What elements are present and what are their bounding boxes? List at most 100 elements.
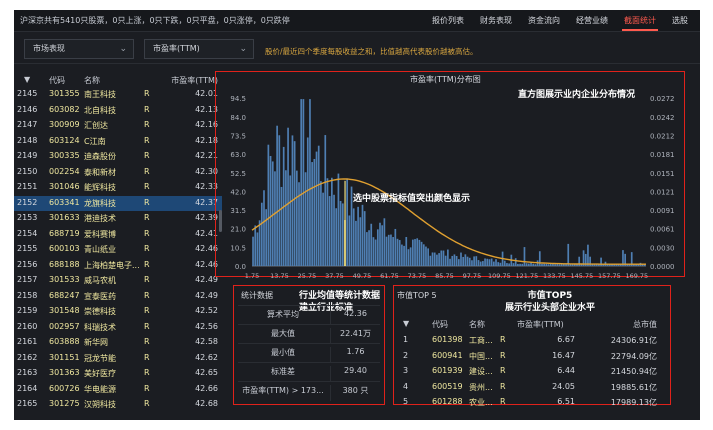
histogram-bar [499, 262, 502, 266]
x-tick-label: 145.75 [570, 272, 593, 280]
header-name[interactable]: 名称 [84, 75, 100, 86]
top5-pe: 6.51 [557, 397, 575, 406]
y-tick-label: 94.5 [230, 95, 246, 103]
row-pe: 42.62 [195, 352, 218, 362]
top5-cap: 24306.91亿 [610, 336, 657, 345]
tab-stock-picker[interactable]: 选股 [664, 10, 696, 32]
table-row[interactable]: 2146 603082 北自科技 R 42.13 [14, 103, 222, 119]
row-code: 300335 [49, 151, 80, 160]
row-code: 002254 [49, 166, 80, 176]
table-row[interactable]: 2153 301633 港迪技术 R 42.39 [14, 211, 222, 227]
stats-row: 最大值 22.41万 [238, 324, 380, 344]
histogram-bar [289, 175, 292, 266]
table-row[interactable]: 2155 600103 青山纸业 R 42.46 [14, 242, 222, 258]
histogram-bar [490, 258, 493, 266]
stats-row: 最小值 1.76 [238, 343, 380, 363]
tab-cross-section[interactable]: 截面统计 [616, 10, 664, 32]
histogram-bar [471, 260, 473, 266]
row-index: 2156 [17, 259, 38, 269]
table-row[interactable]: 2150 002254 泰和新材 R 42.30 [14, 165, 222, 181]
histogram-bar [405, 236, 408, 266]
tab-financials[interactable]: 财务表现 [472, 10, 520, 32]
top5-header-cap: 总市值 [633, 320, 657, 329]
y2-tick-label: 0.0061 [650, 226, 675, 234]
row-flag: R [144, 182, 150, 191]
histogram-bar [418, 239, 421, 266]
table-row[interactable]: 2164 600726 华电能源 R 42.66 [14, 382, 222, 398]
histogram-bar [317, 145, 320, 266]
row-index: 2145 [17, 89, 38, 98]
row-pe: 42.49 [195, 290, 218, 300]
histogram-bar [464, 254, 467, 266]
row-pe: 42.56 [195, 321, 218, 331]
metric-select[interactable]: 市盈率(TTM) ⌄ [144, 39, 254, 59]
histogram-bar [420, 241, 423, 266]
top5-sort-icon[interactable]: ▼ [403, 319, 409, 328]
stats-value: 29.40 [330, 366, 380, 382]
tab-capital-flow[interactable]: 资金流向 [520, 10, 568, 32]
histogram-bar [449, 258, 451, 266]
table-row[interactable]: 2162 301151 冠龙节能 R 42.62 [14, 351, 222, 367]
table-row[interactable]: 2158 688247 宣泰医药 R 42.49 [14, 289, 222, 305]
table-row[interactable]: 2147 300909 汇创达 R 42.16 [14, 118, 222, 134]
stats-value: 380 只 [330, 385, 380, 401]
tab-operating-results[interactable]: 经营业绩 [568, 10, 616, 32]
header-pe[interactable]: 市盈率(TTM) [171, 75, 218, 86]
top5-row[interactable]: 4 600519 贵州... R 24.05 19885.61亿 [397, 379, 667, 396]
row-code: 301548 [49, 306, 80, 315]
table-row[interactable]: 2151 301046 能辉科技 R 42.33 [14, 180, 222, 196]
histogram-bar [366, 232, 368, 266]
histogram-bar [519, 263, 521, 266]
row-code: 301363 [49, 368, 80, 377]
histogram-bar [514, 258, 517, 266]
row-flag: R [144, 166, 150, 176]
row-code: 301151 [49, 352, 80, 362]
table-row[interactable]: 2160 002957 科瑞技术 R 42.56 [14, 320, 222, 336]
table-row[interactable]: 2154 688719 爱科赛博 R 42.41 [14, 227, 222, 243]
histogram-bar [315, 151, 318, 266]
histogram-bar [425, 246, 427, 266]
row-name: 龙旗科技 [84, 198, 116, 208]
stats-row: 算术平均 42.36 [238, 305, 380, 325]
table-row[interactable]: 2165 301275 汉朔科技 R 42.68 [14, 397, 222, 413]
table-row[interactable]: 2156 688188 上海柏楚电子... R 42.46 [14, 258, 222, 274]
market-select[interactable]: 市场表现 ⌄ [24, 39, 134, 59]
tab-quote-list[interactable]: 报价列表 [424, 10, 472, 32]
histogram-bar [304, 172, 307, 266]
table-row[interactable]: 2163 301363 美好医疗 R 42.65 [14, 366, 222, 382]
histogram-bar [335, 208, 338, 266]
table-row[interactable]: 2159 301548 崇德科技 R 42.52 [14, 304, 222, 320]
row-code: 688188 [49, 259, 80, 269]
top5-row[interactable]: 2 600941 中国... R 16.47 22794.09亿 [397, 348, 667, 365]
histogram-bar [370, 223, 373, 266]
table-row[interactable]: 2157 301533 威马农机 R 42.49 [14, 273, 222, 289]
table-row[interactable]: 2161 603888 新华网 R 42.58 [14, 335, 222, 351]
row-flag: R [144, 213, 150, 222]
top5-row[interactable]: 5 601288 农业... R 6.51 17989.13亿 [397, 394, 667, 411]
row-pe: 42.65 [195, 368, 218, 377]
top5-row[interactable]: 3 601939 建设... R 6.44 21450.94亿 [397, 363, 667, 380]
histogram-bar [280, 186, 283, 266]
header-code[interactable]: 代码 [49, 75, 65, 86]
histogram-bar [545, 263, 548, 266]
table-row[interactable]: 2148 603124 C江南 R 42.18 [14, 134, 222, 150]
histogram-bar [517, 263, 519, 266]
top5-row[interactable]: 1 601398 工商... R 6.67 24306.91亿 [397, 332, 667, 349]
sort-icon[interactable]: ▼ [24, 75, 30, 84]
row-code: 002957 [49, 321, 80, 331]
top5-cap: 19885.61亿 [610, 382, 657, 392]
histogram-bar [477, 260, 480, 266]
histogram-bar [265, 209, 268, 266]
top5-header: ▼ 代码 名称 市盈率(TTM) 总市值 [397, 316, 667, 333]
x-tick-label: 157.75 [598, 272, 621, 280]
row-name: 科瑞技术 [84, 322, 116, 332]
table-row[interactable]: 2145 301355 南王科技 R 42.01 [14, 87, 222, 103]
row-code: 301533 [49, 275, 80, 284]
y2-tick-label: 0.0091 [650, 207, 675, 215]
histogram-bar [416, 238, 419, 266]
row-code: 301046 [49, 182, 80, 191]
table-row[interactable]: 2149 300335 迪森股份 R 42.21 [14, 149, 222, 165]
histogram-bar [287, 127, 289, 266]
row-flag: R [144, 135, 150, 145]
table-row[interactable]: 2152 603341 龙旗科技 R 42.37 [14, 195, 222, 211]
